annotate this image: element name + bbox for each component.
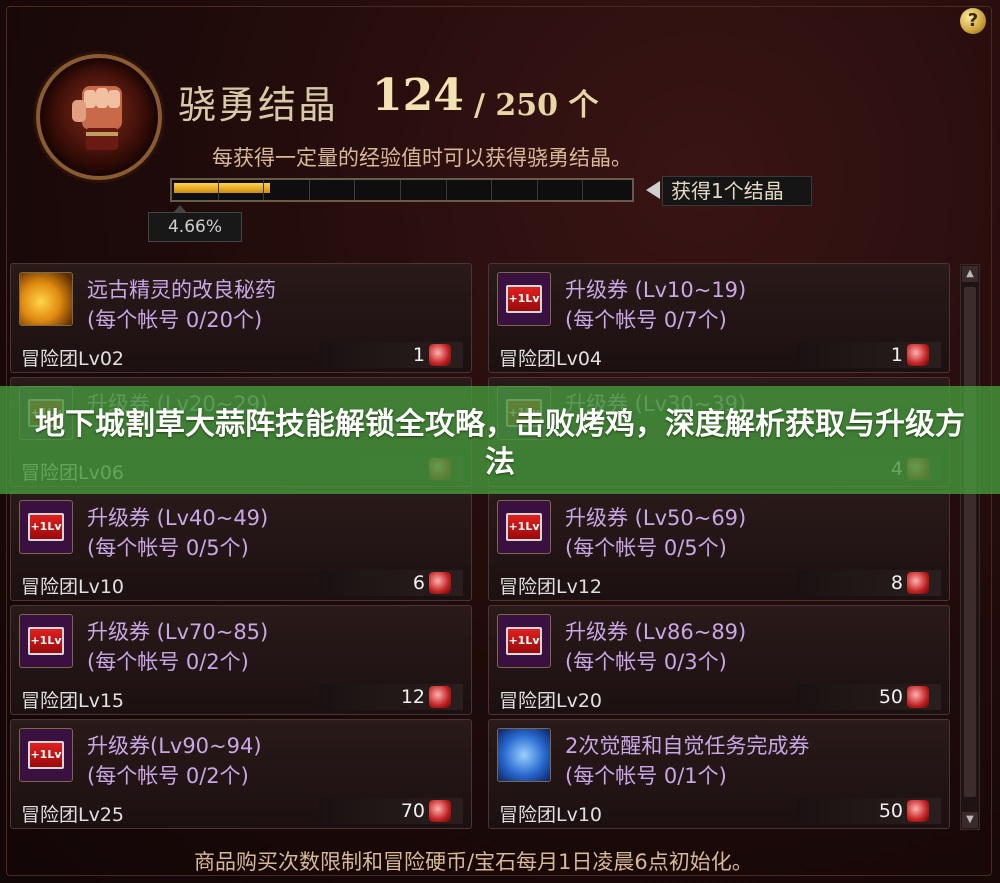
item-limit: (每个帐号 0/5个) [87,536,249,560]
ticket-icon: +1Lv [19,728,73,782]
reset-notice: 商品购买次数限制和冒险硬币/宝石每月1日凌晨6点初始化。 [194,850,753,874]
arrow-left-icon [646,181,660,199]
item-requirement: 冒险团Lv15 [21,690,125,712]
scroll-thumb[interactable] [964,287,976,797]
item-requirement: 冒险团Lv04 [499,348,603,370]
item-price: 6 [412,572,425,594]
currency-title: 骁勇结晶 [178,83,339,127]
shop-item-card[interactable]: 2次觉醒和自觉任务完成券 (每个帐号 0/1个) 冒险团Lv10 50 [488,719,950,829]
banner-text: 地下城割草大蒜阵技能解锁全攻略，击败烤鸡，深度解析获取与升级方法 [35,407,965,480]
progress-percent: 4.66% [148,205,242,242]
shop-item-card[interactable]: +1Lv 升级券 (Lv50~69) (每个帐号 0/5个) 冒险团Lv12 8 [488,491,950,601]
item-name: 升级券(Lv90~94) [87,734,262,758]
price-box: 1 [797,342,941,368]
ticket-icon: +1Lv [497,614,551,668]
progress-segment [309,180,310,200]
progress-segment [446,180,447,200]
progress-segment [218,180,219,200]
item-limit: (每个帐号 0/5个) [565,536,727,560]
progress-segment [263,180,264,200]
item-price: 8 [890,572,903,594]
price-box: 70 [319,798,463,824]
ticket-icon: +1Lv [19,500,73,554]
crystal-coin-icon [907,572,929,594]
progress-fill [174,183,270,193]
scroll-up-icon[interactable]: ▲ [962,266,978,282]
crystal-coin-icon [429,572,451,594]
price-box: 6 [319,570,463,596]
item-name: 升级券 (Lv86~89) [565,620,747,644]
item-name: 升级券 (Lv70~85) [87,620,269,644]
experience-progress-bar [170,178,634,202]
crystal-coin-icon [429,686,451,708]
item-price: 50 [878,800,903,822]
item-name: 远古精灵的改良秘药 [87,278,276,302]
progress-segment [537,180,538,200]
progress-segment [354,180,355,200]
price-box: 8 [797,570,941,596]
price-box: 12 [319,684,463,710]
awakening-ticket-icon [497,728,551,782]
crystal-coin-icon [907,686,929,708]
ticket-icon: +1Lv [497,272,551,326]
help-icon[interactable]: ? [960,8,986,34]
item-requirement: 冒险团Lv20 [499,690,603,712]
shop-item-card[interactable]: +1Lv 升级券 (Lv86~89) (每个帐号 0/3个) 冒险团Lv20 50 [488,605,950,715]
item-price: 12 [400,686,425,708]
overlay-banner: 地下城割草大蒜阵技能解锁全攻略，击败烤鸡，深度解析获取与升级方法 [0,386,1000,494]
item-price: 1 [412,344,425,366]
progress-segment [582,180,583,200]
item-limit: (每个帐号 0/20个) [87,308,263,332]
item-requirement: 冒险团Lv02 [21,348,125,370]
shop-item-card[interactable]: +1Lv 升级券 (Lv40~49) (每个帐号 0/5个) 冒险团Lv10 6 [10,491,472,601]
crystal-coin-icon [907,344,929,366]
item-limit: (每个帐号 0/2个) [87,764,249,788]
item-requirement: 冒险团Lv25 [21,804,125,826]
crystal-coin-icon [429,344,451,366]
shop-item-card[interactable]: 远古精灵的改良秘药 (每个帐号 0/20个) 冒险团Lv02 1 [10,263,472,373]
ticket-icon: +1Lv [497,500,551,554]
shop-window: ? 骁勇结晶 124 / 250 个 每获得一定量的经验值时可以获得骁勇结晶。 … [0,0,1000,883]
item-price: 1 [890,344,903,366]
price-box: 50 [797,798,941,824]
scroll-down-icon[interactable]: ▼ [962,812,978,828]
item-limit: (每个帐号 0/7个) [565,308,727,332]
ticket-icon: +1Lv [19,614,73,668]
currency-description: 每获得一定量的经验值时可以获得骁勇结晶。 [212,146,632,170]
item-requirement: 冒险团Lv10 [21,576,125,598]
item-requirement: 冒险团Lv12 [499,576,603,598]
fist-icon [72,86,122,150]
shop-item-card[interactable]: +1Lv 升级券(Lv90~94) (每个帐号 0/2个) 冒险团Lv25 70 [10,719,472,829]
item-limit: (每个帐号 0/3个) [565,650,727,674]
price-box: 50 [797,684,941,710]
scrollbar[interactable]: ▲ ▼ [960,264,980,830]
item-name: 升级券 (Lv10~19) [565,278,747,302]
shop-item-card[interactable]: +1Lv 升级券 (Lv70~85) (每个帐号 0/2个) 冒险团Lv15 12 [10,605,472,715]
item-limit: (每个帐号 0/1个) [565,764,727,788]
item-name: 升级券 (Lv40~49) [87,506,269,530]
potion-icon [19,272,73,326]
item-price: 70 [400,800,425,822]
currency-count: 124 [372,70,464,121]
currency-max: / 250 个 [474,88,599,123]
crystal-coin-icon [907,800,929,822]
item-limit: (每个帐号 0/2个) [87,650,249,674]
item-name: 2次觉醒和自觉任务完成券 [565,734,810,758]
item-name: 升级券 (Lv50~69) [565,506,747,530]
progress-segment [400,180,401,200]
fist-emblem-icon [36,54,162,180]
progress-segment [491,180,492,200]
item-price: 50 [878,686,903,708]
item-requirement: 冒险团Lv10 [499,804,603,826]
price-box: 1 [319,342,463,368]
crystal-coin-icon [429,800,451,822]
reward-label: 获得1个结晶 [662,176,812,206]
shop-item-card[interactable]: +1Lv 升级券 (Lv10~19) (每个帐号 0/7个) 冒险团Lv04 1 [488,263,950,373]
